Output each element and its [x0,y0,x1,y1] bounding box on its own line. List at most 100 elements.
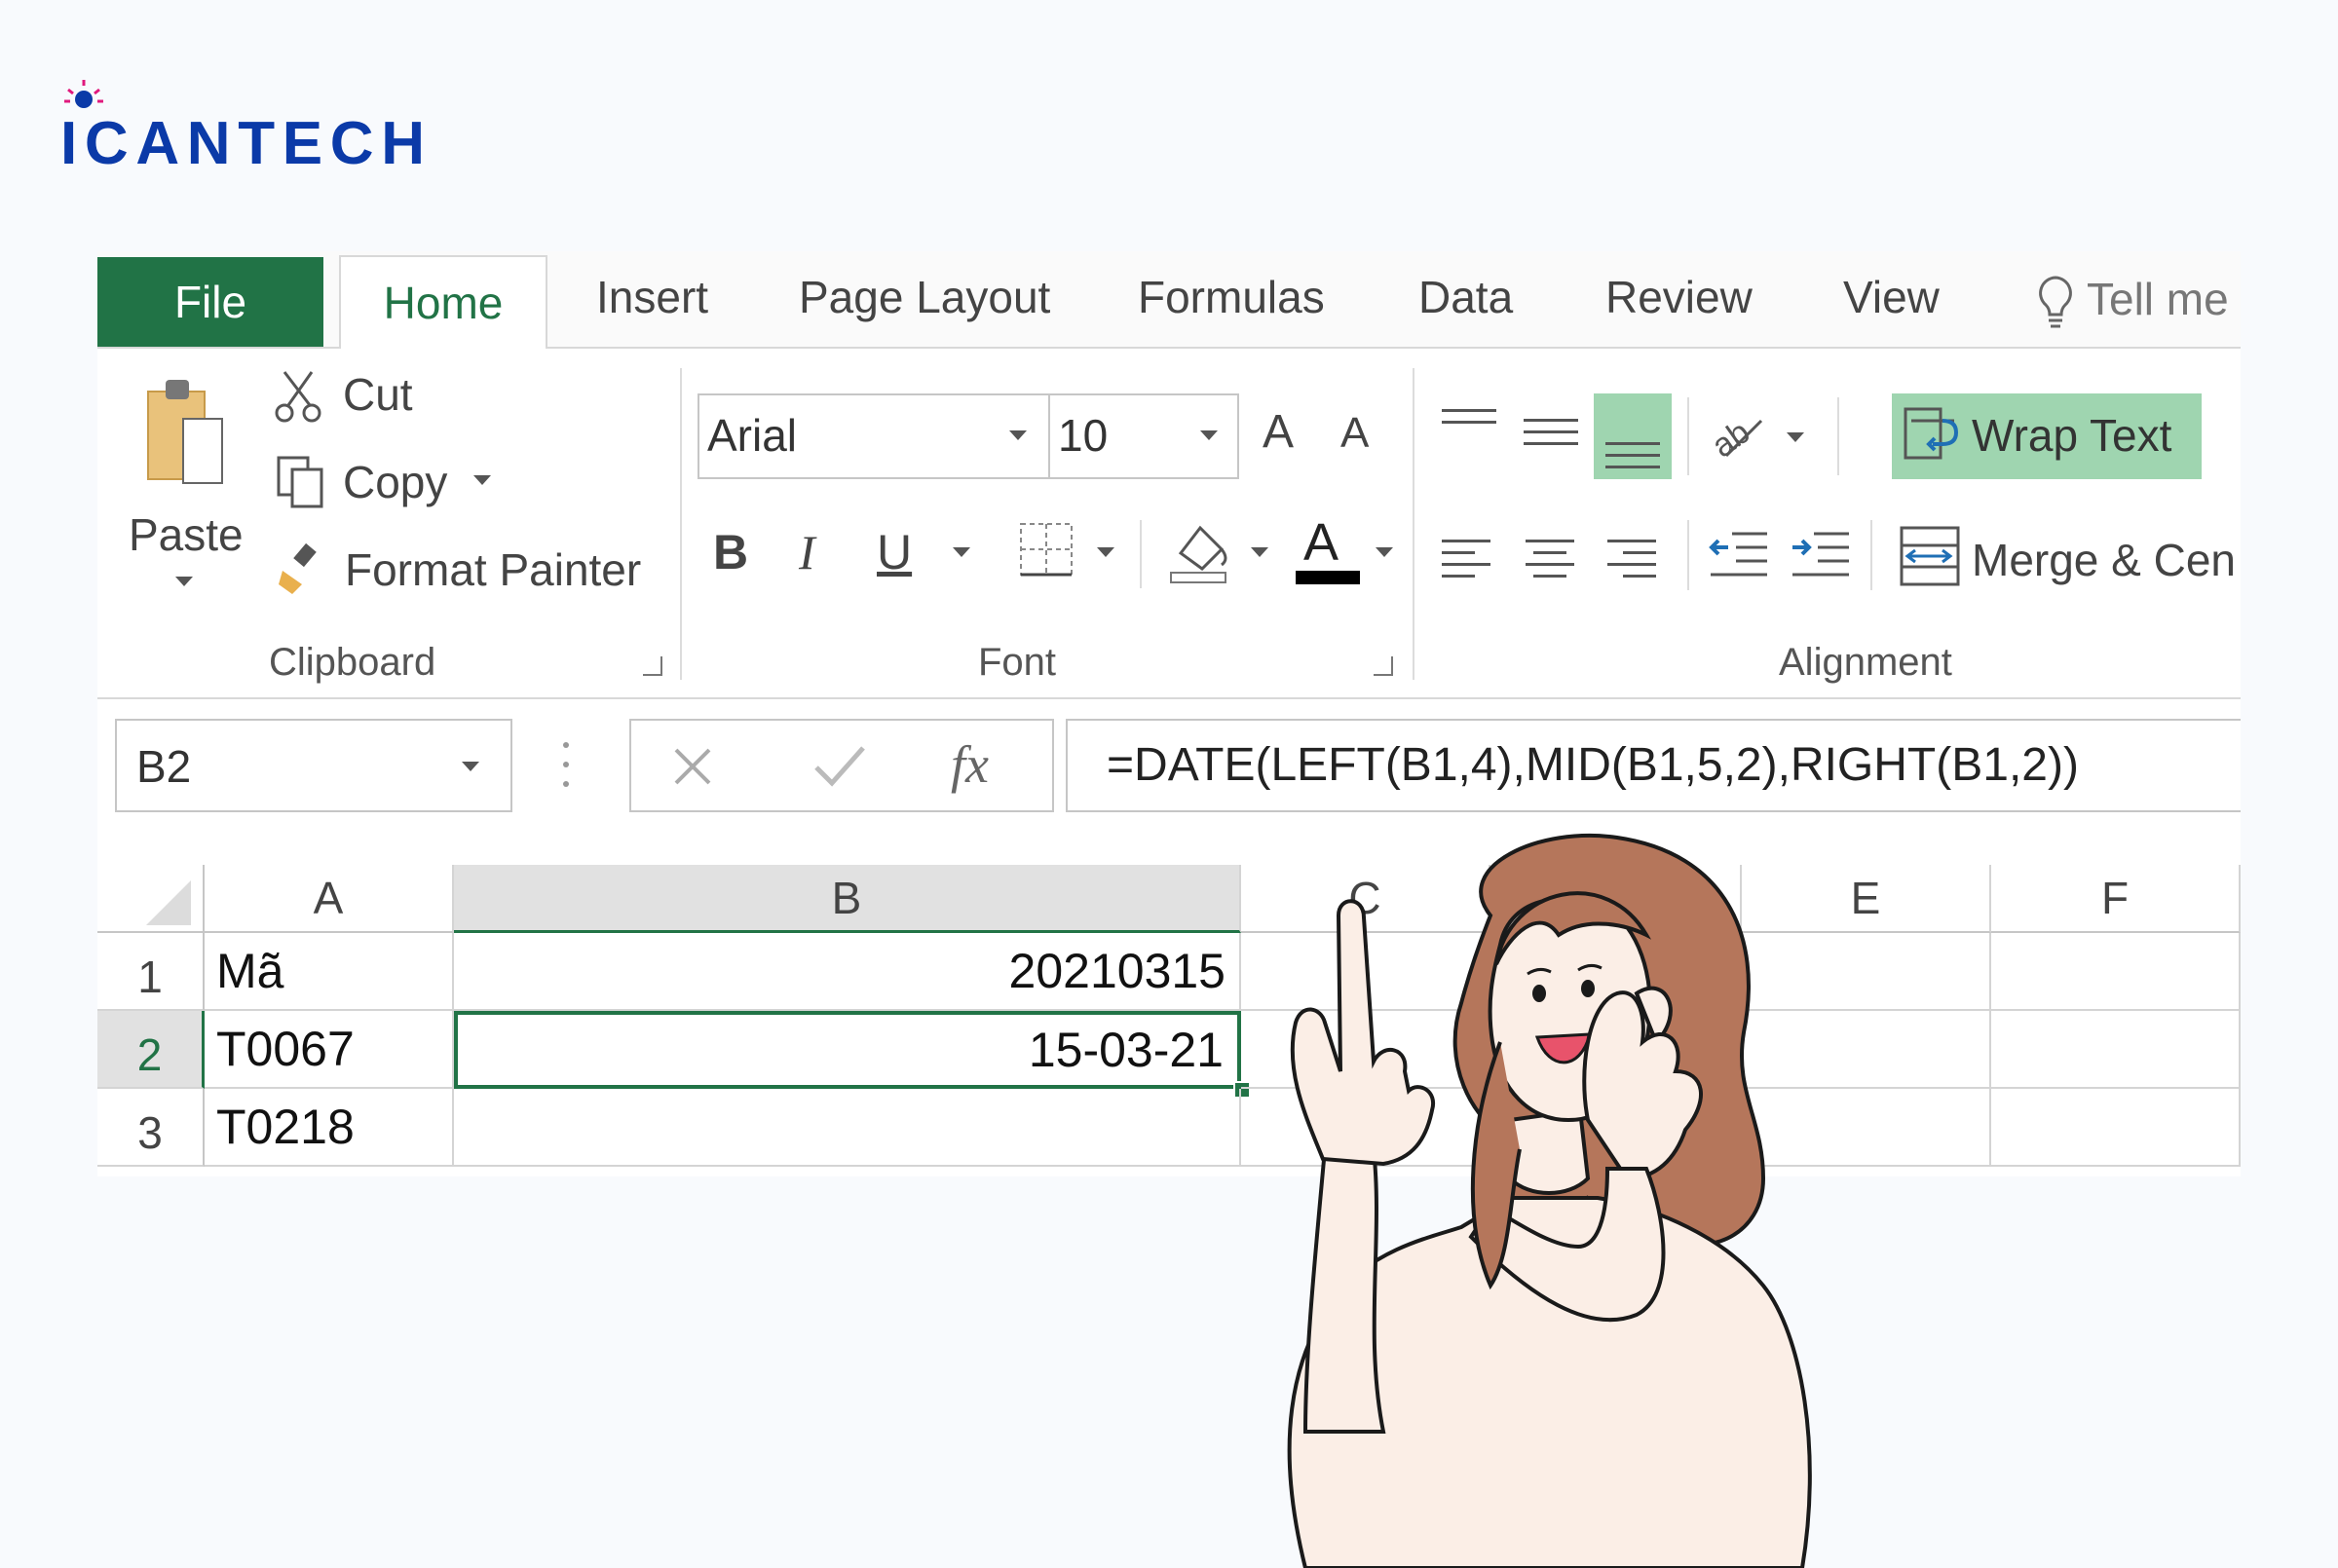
font-size-select[interactable]: 10 [1048,393,1239,479]
tool-divider [1140,520,1142,588]
paste-button[interactable]: Paste [129,372,244,596]
enter-check-icon[interactable] [812,744,867,789]
formula-bar-grip-icon[interactable] [563,742,569,791]
wrap-text-button[interactable]: Wrap Text [1892,393,2202,479]
logo-text: ICANTECH [60,110,431,175]
clipboard-launcher-icon[interactable] [643,656,662,676]
paste-label: Paste [129,509,244,560]
tell-me-label: Tell me [2087,274,2229,324]
bold-button[interactable]: B [713,524,748,580]
underline-button[interactable]: U [877,524,912,580]
wrap-text-icon [1904,407,1959,460]
orientation-icon[interactable]: ab [1707,401,1771,466]
font-color-button[interactable]: A [1296,510,1360,586]
merge-icon [1900,526,1960,586]
fill-color-icon[interactable] [1167,514,1235,584]
cell-b2-selected[interactable]: 15-03-21 [454,1011,1241,1089]
formula-bar: B2 fx =DATE(LEFT(B1,4),MID(B1,5,2),RIGHT… [97,719,2241,816]
group-divider [1413,368,1414,680]
name-box-dropdown-icon[interactable] [462,762,479,771]
italic-button[interactable]: I [799,524,815,580]
tool-divider [1687,520,1689,590]
copy-icon [277,456,323,508]
alignment-group-label: Alignment [1779,641,1952,684]
font-name-dropdown-icon[interactable] [1009,430,1027,440]
underline-dropdown-icon[interactable] [953,547,970,557]
tab-page-layout[interactable]: Page Layout [799,271,1050,323]
font-size-dropdown-icon[interactable] [1200,430,1218,440]
font-color-dropdown-icon[interactable] [1376,547,1393,557]
middle-align-button[interactable] [1520,413,1582,452]
cell-a3[interactable]: T0218 [205,1089,454,1167]
select-all-icon [146,880,191,925]
cell-f3[interactable] [1991,1089,2241,1167]
font-name-select[interactable]: Arial [698,393,1050,479]
tab-data[interactable]: Data [1418,271,1513,323]
format-painter-label: Format Painter [345,544,642,595]
tab-review[interactable]: Review [1605,271,1753,323]
tab-view[interactable]: View [1843,271,1940,323]
excel-window: File Home Insert Page Layout Formulas Da… [97,251,2241,1176]
decrease-font-size-button[interactable]: A [1340,409,1369,458]
column-header-b[interactable]: B [454,865,1241,933]
tab-formulas[interactable]: Formulas [1138,271,1325,323]
row-header-1[interactable]: 1 [97,933,205,1011]
increase-indent-icon[interactable] [1789,526,1853,584]
paste-icon [147,380,223,484]
formula-actions: fx [629,719,1054,812]
formula-text: =DATE(LEFT(B1,4),MID(B1,5,2),RIGHT(B1,2)… [1107,739,2079,791]
font-group-label: Font [978,641,1057,684]
font-color-swatch [1296,571,1360,584]
align-left-button[interactable] [1442,534,1500,582]
wrap-text-label: Wrap Text [1972,410,2172,461]
row-header-2[interactable]: 2 [97,1011,205,1089]
select-all-corner[interactable] [97,865,205,933]
merge-center-button[interactable]: Merge & Cen [1900,520,2241,598]
copy-label: Copy [343,457,448,507]
cell-f2[interactable] [1991,1011,2241,1089]
increase-font-size-button[interactable]: A [1263,405,1294,459]
lightbulb-icon [2039,276,2072,328]
tab-home[interactable]: Home [339,255,547,349]
cancel-icon[interactable] [670,744,715,789]
font-launcher-icon[interactable] [1374,656,1393,676]
cell-b1[interactable]: 20210315 [454,933,1241,1011]
tell-me-box[interactable]: Tell me [2036,273,2229,332]
tool-divider [1687,397,1689,475]
tab-insert[interactable]: Insert [596,271,708,323]
insert-function-button[interactable]: fx [951,734,989,795]
logo-spark-icon [64,80,103,108]
cut-label: Cut [343,369,413,420]
font-color-letter: A [1303,513,1339,572]
name-box[interactable]: B2 [115,719,512,812]
paintbrush-icon [279,542,317,594]
borders-dropdown-icon[interactable] [1097,547,1114,557]
decrease-indent-icon[interactable] [1707,526,1771,584]
top-align-button[interactable] [1438,403,1500,442]
copy-dropdown-icon[interactable] [473,475,491,485]
row-header-3[interactable]: 3 [97,1089,205,1167]
bottom-align-button[interactable] [1594,393,1672,479]
align-center-button[interactable] [1524,534,1582,582]
paste-dropdown-icon[interactable] [175,577,193,586]
formula-input[interactable]: =DATE(LEFT(B1,4),MID(B1,5,2),RIGHT(B1,2)… [1066,719,2241,812]
tab-file[interactable]: File [97,257,323,347]
column-header-f[interactable]: F [1991,865,2241,933]
icantech-logo: ICANTECH [60,80,431,175]
borders-icon[interactable] [1017,520,1075,579]
svg-text:ab: ab [1707,413,1756,465]
font-name-value: Arial [707,410,798,461]
clipboard-group-label: Clipboard [269,641,436,684]
cell-a1[interactable]: Mã [205,933,454,1011]
name-box-value: B2 [136,741,192,792]
cell-a2[interactable]: T0067 [205,1011,454,1089]
column-header-a[interactable]: A [205,865,454,933]
cell-b3[interactable] [454,1089,1241,1167]
cell-f1[interactable] [1991,933,2241,1011]
tool-divider [1837,397,1839,475]
woman-pointing-illustration [1287,833,1812,1568]
orientation-dropdown-icon[interactable] [1787,432,1804,442]
copy-button[interactable]: Copy [273,454,526,512]
align-right-button[interactable] [1605,534,1664,582]
fill-color-dropdown-icon[interactable] [1251,547,1268,557]
